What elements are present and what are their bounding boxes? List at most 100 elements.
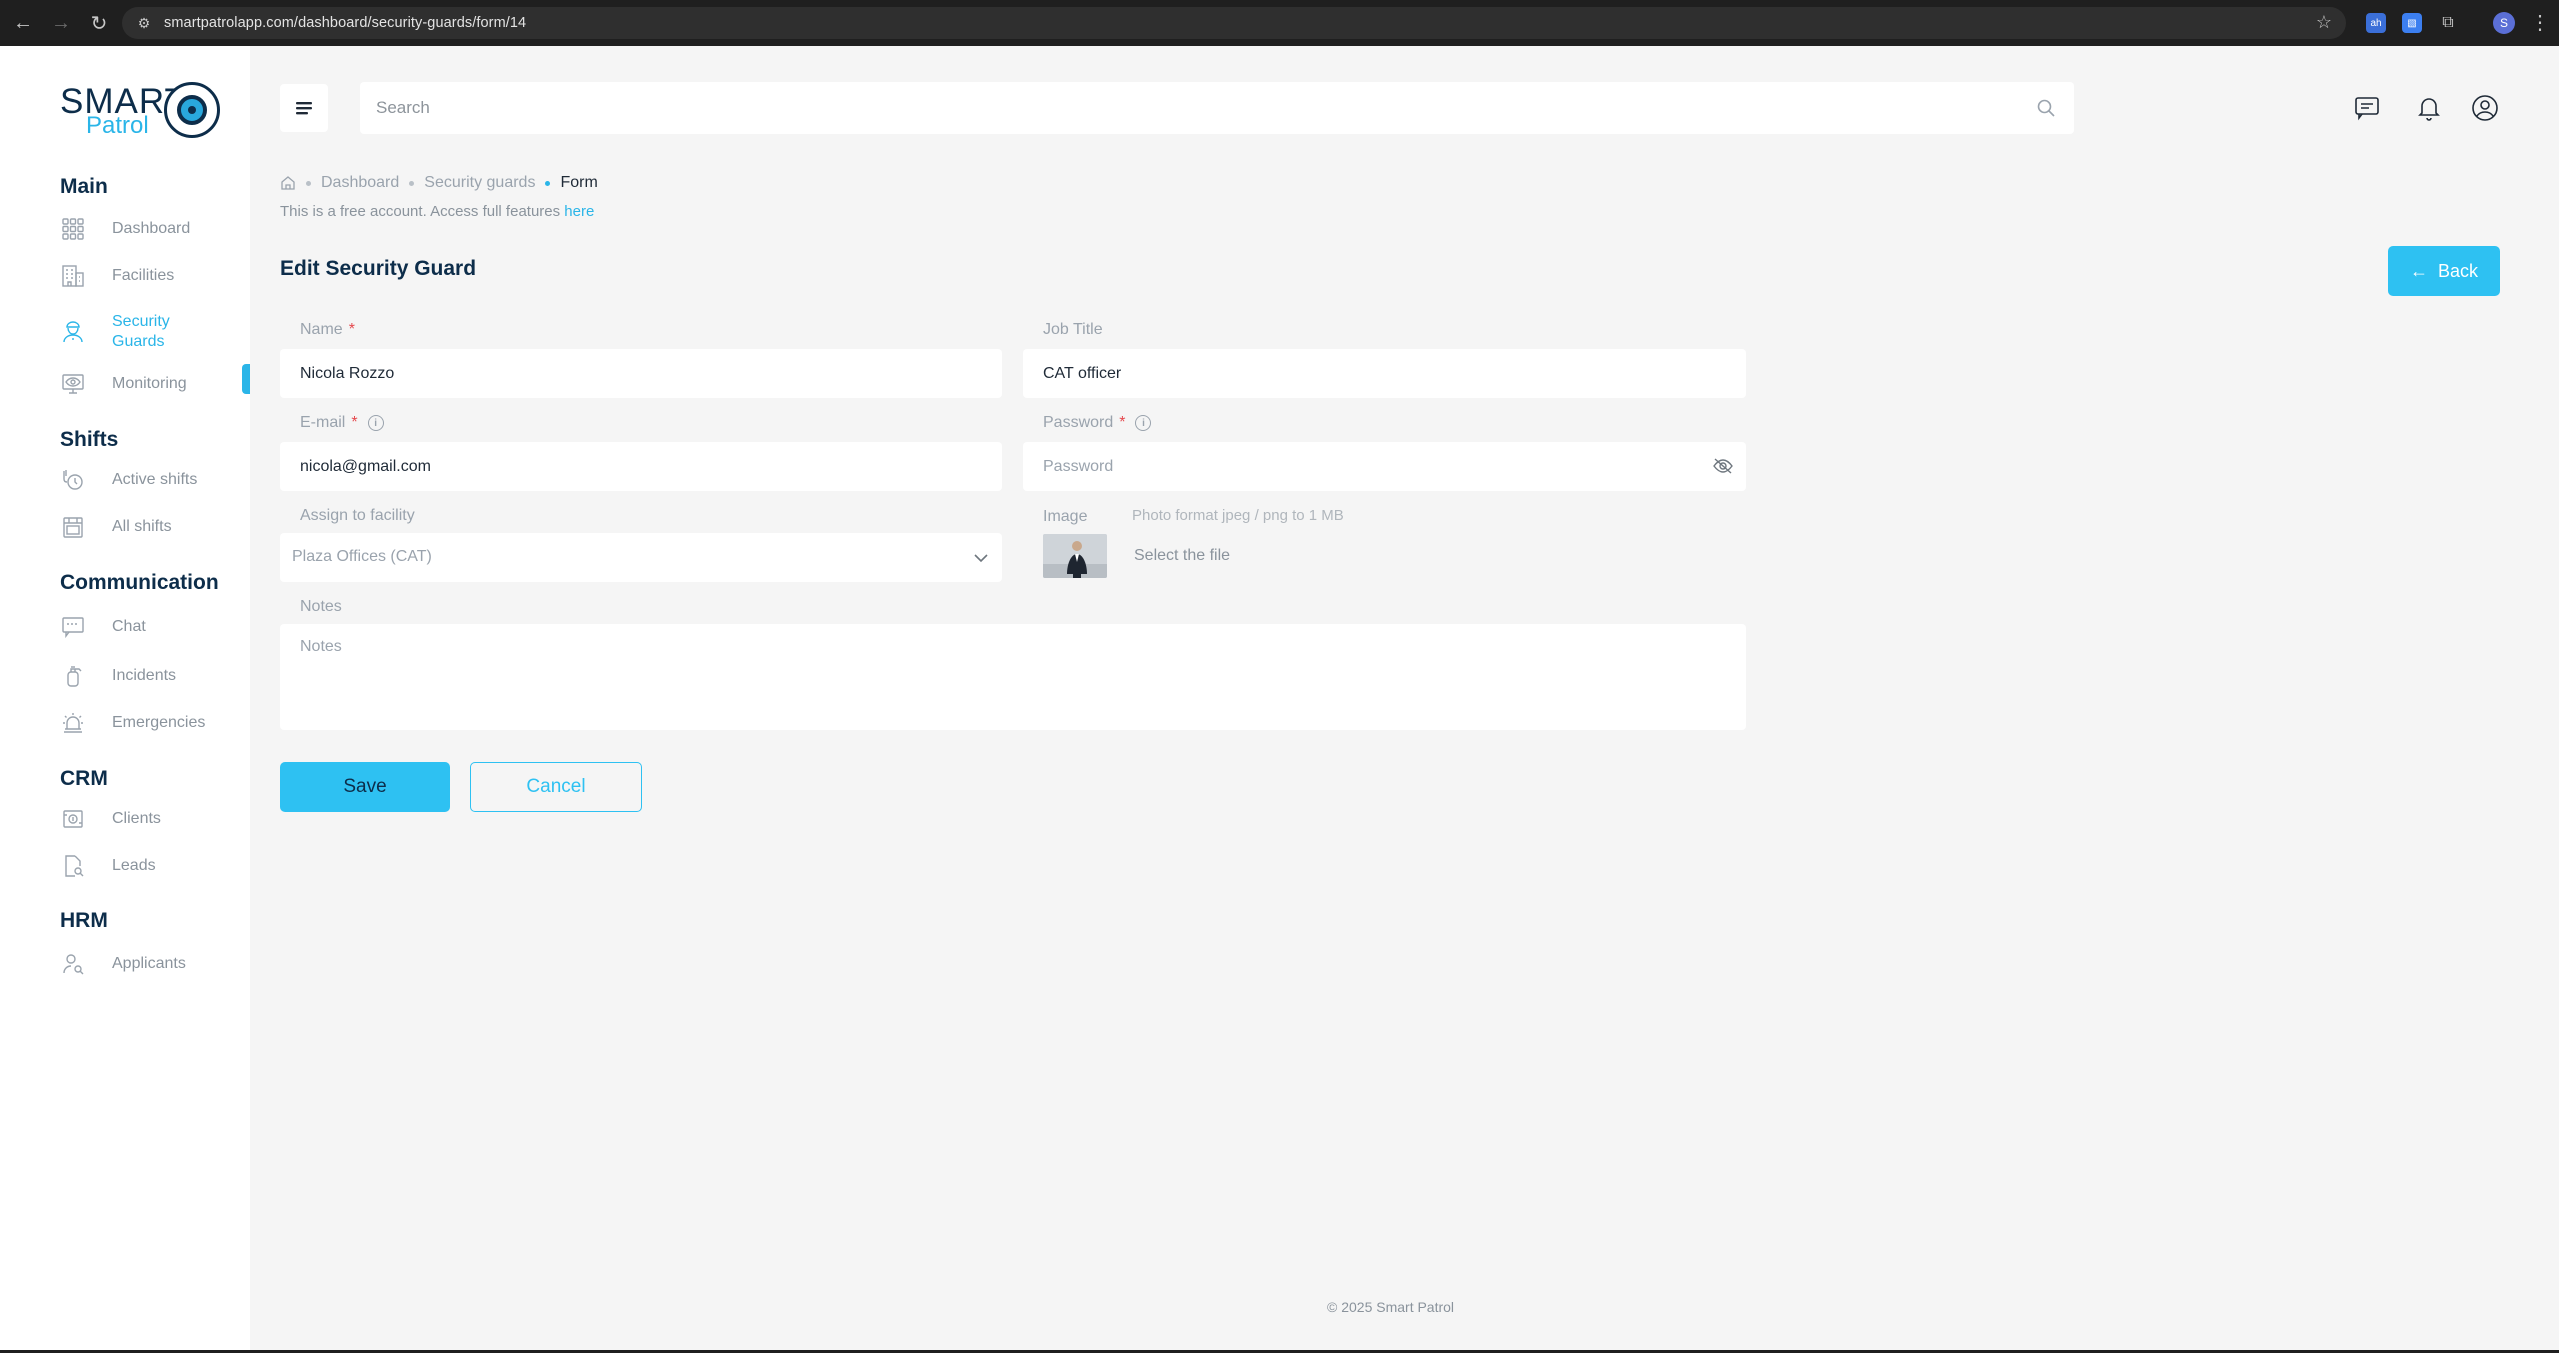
sidebar-item-dashboard[interactable]: Dashboard <box>60 216 250 242</box>
calendar-icon <box>60 514 86 540</box>
sidebar-item-all-shifts[interactable]: All shifts <box>60 514 250 540</box>
browser-back-icon[interactable]: ← <box>8 8 38 38</box>
chevron-down-icon <box>974 554 988 563</box>
select-file-button[interactable]: Select the file <box>1134 547 1230 565</box>
sidebar-item-monitoring[interactable]: Monitoring <box>60 371 250 397</box>
extinguisher-icon <box>60 663 86 689</box>
siren-icon <box>60 710 86 736</box>
messages-icon[interactable] <box>2353 94 2381 122</box>
sidebar-item-incidents[interactable]: Incidents <box>60 663 250 689</box>
sidebar-item-emergencies[interactable]: Emergencies <box>60 710 250 736</box>
search-icon[interactable] <box>2036 98 2056 118</box>
home-icon[interactable] <box>280 175 296 191</box>
free-account-notice: This is a free account. Access full feat… <box>280 203 594 220</box>
notification-bell-icon[interactable] <box>2415 94 2443 122</box>
page-title: Edit Security Guard <box>280 257 477 280</box>
sidebar-item-security-guards[interactable]: Security Guards <box>60 312 250 352</box>
logo-eye-icon <box>164 82 220 138</box>
search-bar[interactable] <box>360 82 2074 134</box>
extension-ah-icon[interactable]: ah <box>2366 13 2386 33</box>
sidebar: SMART Patrol Main Dashboard Facilities S… <box>0 46 250 1350</box>
sidebar-item-label: Chat <box>112 618 146 635</box>
sidebar-item-clients[interactable]: Clients <box>60 806 250 832</box>
browser-profile-avatar[interactable]: S <box>2493 12 2515 34</box>
monitor-eye-icon <box>60 371 86 397</box>
password-label: Password * i <box>1043 414 1152 432</box>
cancel-button[interactable]: Cancel <box>470 762 642 812</box>
required-asterisk: * <box>348 321 355 338</box>
building-icon <box>60 263 86 289</box>
name-field-box <box>280 349 1002 398</box>
name-label: Name * <box>300 321 355 339</box>
notes-label-text: Notes <box>300 598 342 615</box>
sidebar-section-crm: CRM <box>60 767 108 790</box>
user-account-icon[interactable] <box>2471 94 2499 122</box>
image-label: Image <box>1043 508 1088 525</box>
password-field[interactable] <box>1043 442 1696 491</box>
notes-field[interactable] <box>300 638 1720 718</box>
sidebar-item-label: All shifts <box>112 518 172 535</box>
breadcrumb-dashboard[interactable]: Dashboard <box>321 174 399 192</box>
address-bar[interactable]: ⚙ smartpatrolapp.com/dashboard/security-… <box>122 7 2346 39</box>
sidebar-item-label: Emergencies <box>112 714 206 731</box>
sidebar-item-label: Clients <box>112 810 161 827</box>
sidebar-section-communication: Communication <box>60 571 219 594</box>
address-url[interactable]: smartpatrolapp.com/dashboard/security-gu… <box>164 15 526 31</box>
info-icon[interactable]: i <box>1135 415 1152 431</box>
breadcrumb-security-guards[interactable]: Security guards <box>424 174 535 192</box>
facility-label: Assign to facility <box>300 507 415 525</box>
eye-slash-icon[interactable] <box>1712 457 1734 475</box>
extensions-puzzle-icon[interactable]: ⧉ <box>2438 13 2458 33</box>
job-title-label: Job Title <box>1043 321 1103 339</box>
email-field[interactable] <box>300 442 952 491</box>
translate-extension-icon[interactable]: ▧ <box>2402 13 2422 33</box>
browser-forward-icon[interactable]: → <box>46 8 76 38</box>
sidebar-item-applicants[interactable]: Applicants <box>60 951 250 977</box>
search-input[interactable] <box>376 82 2016 134</box>
job-title-field-box <box>1023 349 1746 398</box>
back-button-label: Back <box>2437 260 2479 281</box>
password-field-box <box>1023 442 1746 491</box>
browser-reload-icon[interactable]: ↻ <box>84 8 114 38</box>
save-button[interactable]: Save <box>280 762 450 812</box>
sidebar-item-chat[interactable]: Chat <box>60 614 250 640</box>
user-search-icon <box>60 951 86 977</box>
email-field-box <box>280 442 1002 491</box>
sidebar-item-leads[interactable]: Leads <box>60 853 250 879</box>
job-title-field[interactable] <box>1043 349 1696 398</box>
facility-select[interactable]: Plaza Offices (CAT) <box>280 533 1002 582</box>
sidebar-item-label: Applicants <box>112 955 186 972</box>
info-icon[interactable]: i <box>367 415 384 431</box>
breadcrumb-current: Form <box>560 174 598 191</box>
upgrade-link[interactable]: here <box>564 203 594 220</box>
required-asterisk: * <box>351 414 358 431</box>
sidebar-section-shifts: Shifts <box>60 428 119 451</box>
menu-toggle-button[interactable] <box>280 84 328 132</box>
image-format-hint: Photo format jpeg / png to 1 MB <box>1132 507 1344 524</box>
sidebar-section-main: Main <box>60 175 108 198</box>
name-field[interactable] <box>300 349 952 398</box>
sidebar-item-active-shifts[interactable]: Active shifts <box>60 467 250 493</box>
facility-label-text: Assign to facility <box>300 507 415 524</box>
sidebar-item-label: Facilities <box>112 267 175 284</box>
browser-menu-icon[interactable]: ⋮ <box>2530 10 2550 35</box>
password-label-text: Password <box>1043 414 1114 431</box>
notes-field-box <box>280 624 1746 730</box>
sidebar-item-label: Dashboard <box>112 220 191 237</box>
hamburger-icon <box>296 102 312 115</box>
name-label-text: Name <box>300 321 343 338</box>
guard-icon <box>60 319 86 345</box>
sidebar-item-facilities[interactable]: Facilities <box>60 263 250 289</box>
sidebar-item-label: Active shifts <box>112 471 198 488</box>
chat-icon <box>60 614 86 640</box>
document-search-icon <box>60 853 86 879</box>
sidebar-item-label: Security Guards <box>112 313 170 350</box>
smart-patrol-logo[interactable]: SMART Patrol <box>60 82 220 140</box>
email-label: E-mail * i <box>300 414 384 432</box>
site-info-icon[interactable]: ⚙ <box>134 13 154 33</box>
logo-text-patrol: Patrol <box>86 112 149 139</box>
back-button[interactable]: ← Back <box>2388 246 2500 296</box>
facility-selected-value: Plaza Offices (CAT) <box>292 548 432 565</box>
free-account-text: This is a free account. Access full feat… <box>280 203 565 220</box>
bookmark-star-icon[interactable]: ☆ <box>2316 12 2332 33</box>
